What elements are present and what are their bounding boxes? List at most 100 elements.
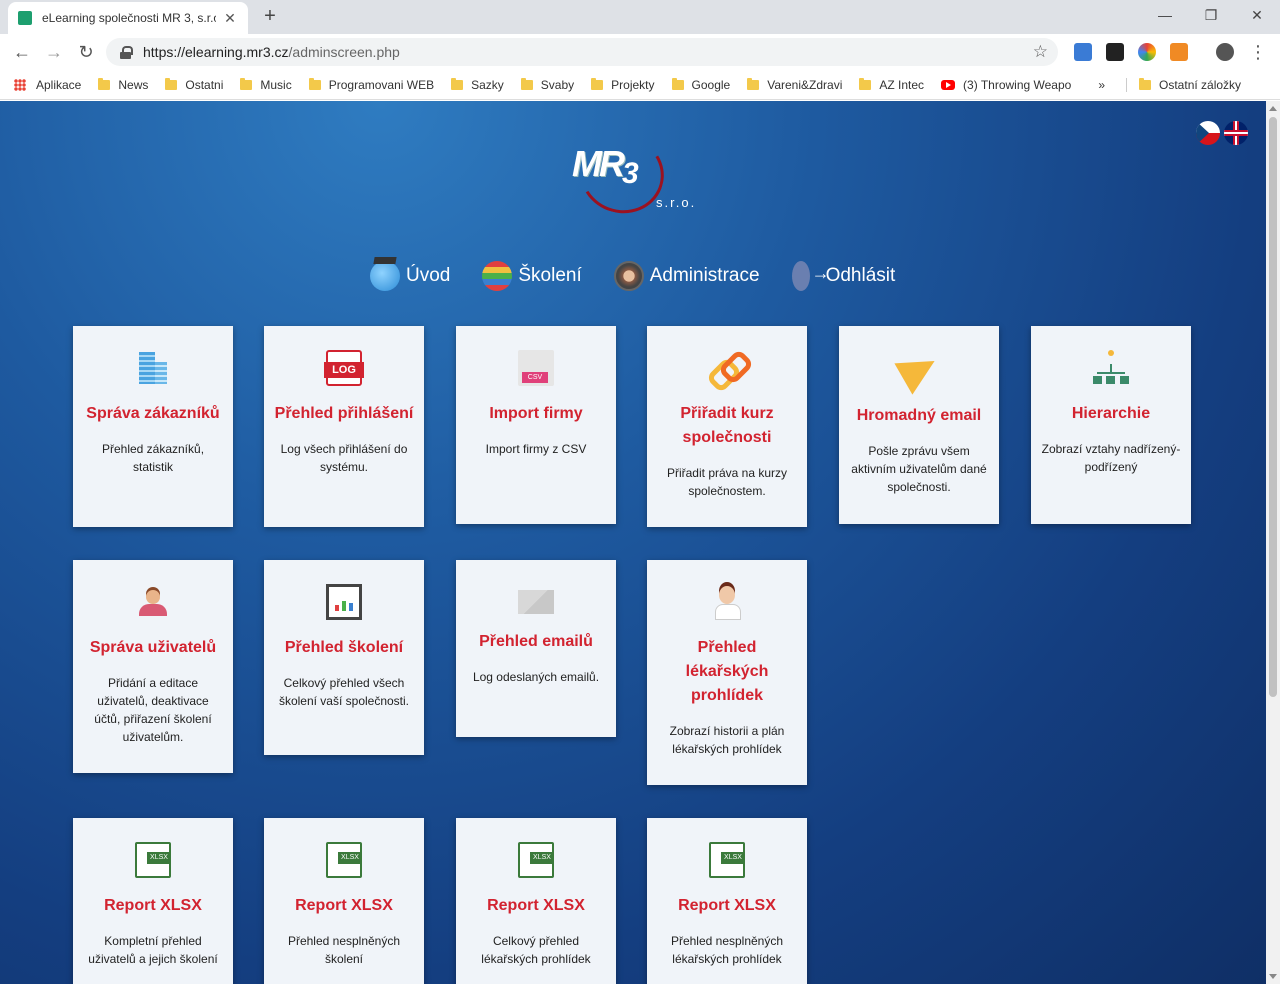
presentation-board-icon <box>326 584 362 620</box>
card-description: Přehled zákazníků, statistik <box>101 442 205 474</box>
nav-odhlasit[interactable]: Odhlásit <box>791 261 896 291</box>
bookmark-folder[interactable]: Music <box>240 77 292 92</box>
xlsx-file-icon <box>518 842 554 878</box>
tab-title: eLearning společnosti MR 3, s.r.o. <box>42 11 216 25</box>
card-report-xlsx-prohlidky[interactable]: Report XLSX Celkový přehled lékařských p… <box>456 818 616 984</box>
extension-y-icon[interactable] <box>1074 43 1092 61</box>
bookmark-label: Projekty <box>611 77 655 92</box>
nav-label: Odhlásit <box>825 265 896 286</box>
card-prehled-emailu[interactable]: Přehled emailů Log odeslaných emailů. <box>456 560 616 737</box>
tab-close-icon[interactable]: ✕ <box>222 10 238 27</box>
globe-graduation-icon <box>370 261 400 291</box>
back-button[interactable]: ← <box>10 40 34 64</box>
paper-plane-icon <box>894 345 944 395</box>
logout-door-icon <box>791 261 830 291</box>
bookmarks-bar: Aplikace News Ostatni Music Programovani… <box>0 70 1280 100</box>
scroll-up-arrow-icon[interactable] <box>1269 106 1277 111</box>
extension-color-icon[interactable] <box>1138 43 1156 61</box>
bookmark-folder[interactable]: Projekty <box>591 77 655 92</box>
nav-skoleni[interactable]: Školení <box>482 261 582 291</box>
extension-mail-icon[interactable] <box>1170 43 1188 61</box>
logo-suffix: s.r.o. <box>656 195 697 210</box>
bookmark-label: Ostatni <box>185 77 224 92</box>
nav-administrace[interactable]: Administrace <box>613 261 760 291</box>
card-title: Přiřadit kurz společnosti <box>680 405 774 446</box>
bookmark-youtube[interactable]: (3) Throwing Weapo <box>941 78 1071 92</box>
card-import-firmy[interactable]: Import firmy Import firmy z CSV <box>456 326 616 524</box>
scrollbar-thumb[interactable] <box>1269 117 1277 697</box>
card-priradit-kurz[interactable]: Přiřadit kurz společnosti Přiřadit práva… <box>647 326 807 527</box>
scroll-down-arrow-icon[interactable] <box>1269 974 1277 979</box>
profile-avatar-icon[interactable] <box>1216 43 1234 61</box>
window-restore-button[interactable]: ❐ <box>1188 0 1234 30</box>
czech-flag-icon[interactable] <box>1196 121 1220 145</box>
card-title: Import firmy <box>489 405 583 422</box>
browser-tab[interactable]: eLearning společnosti MR 3, s.r.o. ✕ <box>8 2 248 34</box>
reload-button[interactable]: ↻ <box>74 40 98 64</box>
apps-icon <box>14 78 26 91</box>
nav-label: Školení <box>518 265 582 286</box>
card-sprava-uzivatelu[interactable]: Správa uživatelů Přidání a editace uživa… <box>73 560 233 773</box>
card-prehled-skoleni[interactable]: Přehled školení Celkový přehled všech šk… <box>264 560 424 755</box>
youtube-icon <box>941 79 956 90</box>
bookmark-folder[interactable]: Vareni&Zdravi <box>747 77 842 92</box>
card-sprava-zakazniku[interactable]: Správa zákazníků Přehled zákazníků, stat… <box>73 326 233 527</box>
chain-link-icon <box>709 350 745 386</box>
nav-label: Úvod <box>406 265 451 286</box>
card-report-xlsx-nesplnene-prohlidky[interactable]: Report XLSX Přehled nesplněných lékařský… <box>647 818 807 984</box>
bookmark-label: Google <box>691 77 731 92</box>
bookmark-folder[interactable]: Svaby <box>520 77 574 92</box>
card-title: Report XLSX <box>678 897 776 914</box>
card-description: Přidání a editace uživatelů, deaktivace … <box>94 676 212 744</box>
card-report-xlsx-nesplnena-skoleni[interactable]: Report XLSX Přehled nesplněných školení <box>264 818 424 984</box>
card-title: Report XLSX <box>487 897 585 914</box>
forward-button[interactable]: → <box>42 40 66 64</box>
logo-mark: MR <box>572 143 625 184</box>
company-logo[interactable]: MR 3 s.r.o. <box>570 125 700 223</box>
nav-uvod[interactable]: Úvod <box>370 261 450 291</box>
bookmark-folder[interactable]: Ostatni <box>165 77 224 92</box>
card-hromadny-email[interactable]: Hromadný email Pošle zprávu všem aktivní… <box>839 326 999 524</box>
card-lekarske-prohlidky[interactable]: Přehled lékařských prohlídek Zobrazí his… <box>647 560 807 785</box>
bookmark-folder[interactable]: Programovani WEB <box>308 77 434 92</box>
bookmark-folder[interactable]: News <box>98 77 148 92</box>
card-hierarchie[interactable]: Hierarchie Zobrazí vztahy nadřízený-podř… <box>1031 326 1191 524</box>
bookmarks-overflow-button[interactable]: » <box>1098 78 1105 92</box>
folder-icon <box>240 77 253 90</box>
bookmark-apps[interactable]: Aplikace <box>14 78 81 92</box>
card-description: Pošle zprávu všem aktivním uživatelům da… <box>851 444 987 494</box>
folder-icon <box>1139 77 1152 90</box>
card-description: Log odeslaných emailů. <box>472 670 600 684</box>
card-title: Přehled emailů <box>479 633 593 650</box>
bookmark-label: AZ Intec <box>879 77 925 92</box>
card-description: Přiřadit práva na kurzy společnostem. <box>666 466 788 498</box>
books-icon <box>482 261 513 291</box>
new-tab-button[interactable]: + <box>258 4 282 28</box>
uk-flag-icon[interactable] <box>1224 121 1248 145</box>
bookmark-star-icon[interactable]: ☆ <box>1033 42 1048 62</box>
browser-menu-icon[interactable]: ⋮ <box>1246 40 1270 64</box>
bookmark-folder[interactable]: Sazky <box>451 77 504 92</box>
address-bar[interactable]: https://elearning.mr3.cz/adminscreen.php… <box>106 38 1058 66</box>
card-description: Celkový přehled lékařských prohlídek <box>481 934 591 966</box>
card-prehled-prihlaseni[interactable]: Přehled přihlášení Log všech přihlášení … <box>264 326 424 527</box>
xlsx-file-icon <box>709 842 745 878</box>
bookmark-folder[interactable]: AZ Intec <box>859 77 925 92</box>
lock-icon <box>120 45 133 59</box>
envelope-icon <box>518 590 554 614</box>
card-description: Přehled nesplněných školení <box>287 934 401 966</box>
window-close-button[interactable]: ✕ <box>1234 0 1280 30</box>
card-title: Přehled přihlášení <box>274 405 414 422</box>
card-report-xlsx-uzivatele[interactable]: Report XLSX Kompletní přehled uživatelů … <box>73 818 233 984</box>
card-description: Import firmy z CSV <box>485 442 587 456</box>
bookmark-label: (3) Throwing Weapo <box>963 77 1072 92</box>
card-title: Přehled školení <box>284 639 404 656</box>
folder-icon <box>98 77 111 90</box>
other-bookmarks[interactable]: Ostatní záložky <box>1126 77 1241 92</box>
card-description: Kompletní přehled uživatelů a jejich ško… <box>88 934 218 966</box>
bookmark-folder[interactable]: Google <box>671 77 731 92</box>
page-scrollbar[interactable] <box>1266 101 1280 984</box>
window-minimize-button[interactable]: — <box>1142 0 1188 30</box>
bookmark-label: Aplikace <box>36 77 82 92</box>
extension-glasses-icon[interactable] <box>1106 43 1124 61</box>
